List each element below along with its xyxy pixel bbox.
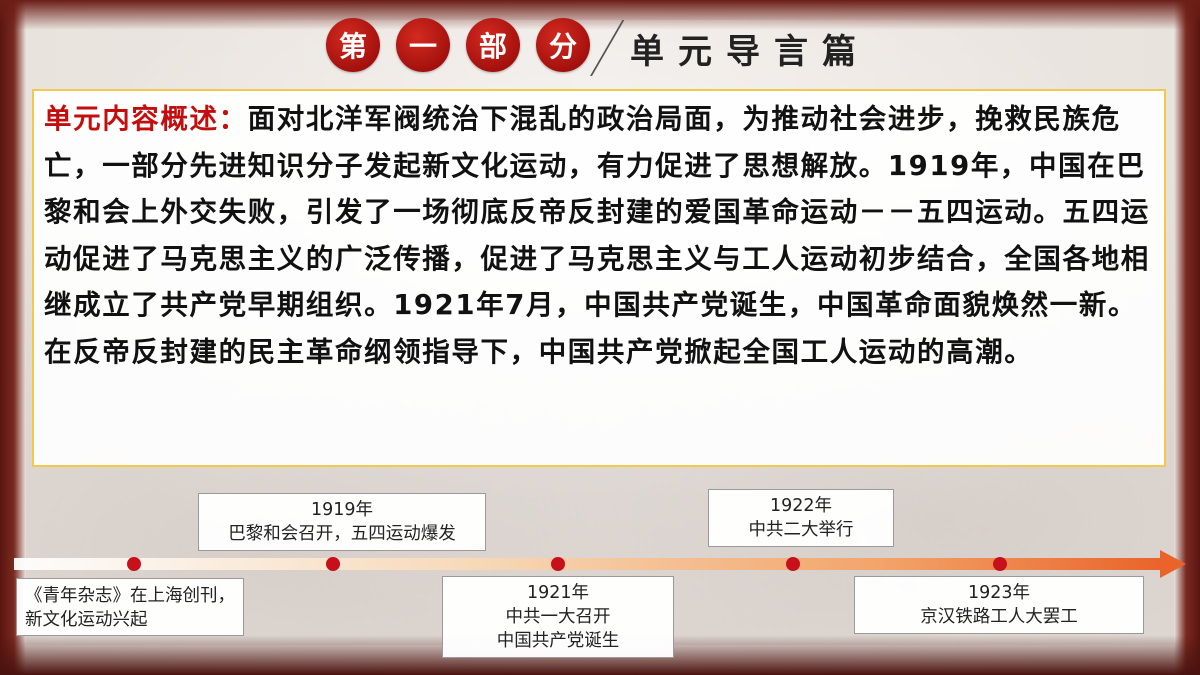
timeline: 《青年杂志》在上海创刊，新文化运动兴起 1919年 巴黎和会召开，五四运动爆发 … bbox=[0, 470, 1200, 675]
timeline-event-1922: 1922年 中共二大举行 bbox=[708, 489, 894, 547]
overview-box: 单元内容概述：面对北洋军阀统治下混乱的政治局面，为推动社会进步，挽救民族危亡，一… bbox=[32, 89, 1166, 467]
event-year: 1922年 bbox=[769, 496, 833, 516]
timeline-dot-3 bbox=[551, 557, 565, 571]
event-desc: 中共一大召开 bbox=[505, 607, 611, 627]
event-desc: 京汉铁路工人大罢工 bbox=[920, 607, 1078, 627]
timeline-event-1921: 1921年 中共一大召开 中国共产党诞生 bbox=[442, 576, 674, 658]
event-year: 1923年 bbox=[967, 583, 1031, 603]
event-desc: 《青年杂志》在上海创刊，新文化运动兴起 bbox=[25, 586, 235, 630]
timeline-dot-4 bbox=[786, 557, 800, 571]
overview-text: 面对北洋军阀统治下混乱的政治局面，为推动社会进步，挽救民族危亡，一部分先进知识分… bbox=[44, 103, 1150, 368]
timeline-event-1919: 1919年 巴黎和会召开，五四运动爆发 bbox=[198, 493, 486, 551]
overview-label: 单元内容概述： bbox=[44, 103, 248, 135]
event-desc: 中共二大举行 bbox=[748, 520, 854, 540]
event-desc: 巴黎和会召开，五四运动爆发 bbox=[228, 524, 456, 544]
header-divider bbox=[590, 20, 625, 76]
timeline-dot-1 bbox=[127, 557, 141, 571]
timeline-arrowhead bbox=[1160, 550, 1186, 578]
event-desc-line2: 中国共产党诞生 bbox=[496, 631, 620, 651]
timeline-dot-5 bbox=[993, 557, 1007, 571]
event-year: 1921年 bbox=[526, 583, 590, 603]
timeline-dot-2 bbox=[326, 557, 340, 571]
part-circle-2: 一 bbox=[396, 18, 450, 72]
section-header: 第 一 部 分 单元导言篇 bbox=[0, 14, 1200, 80]
part-circle-1: 第 bbox=[326, 18, 380, 72]
section-title: 单元导言篇 bbox=[630, 32, 870, 72]
part-circle-4: 分 bbox=[536, 18, 590, 72]
timeline-event-1923: 1923年 京汉铁路工人大罢工 bbox=[854, 576, 1144, 634]
part-circle-3: 部 bbox=[466, 18, 520, 72]
timeline-axis bbox=[14, 558, 1164, 570]
event-year: 1919年 bbox=[310, 500, 374, 520]
timeline-event-1915: 《青年杂志》在上海创刊，新文化运动兴起 bbox=[16, 578, 244, 636]
